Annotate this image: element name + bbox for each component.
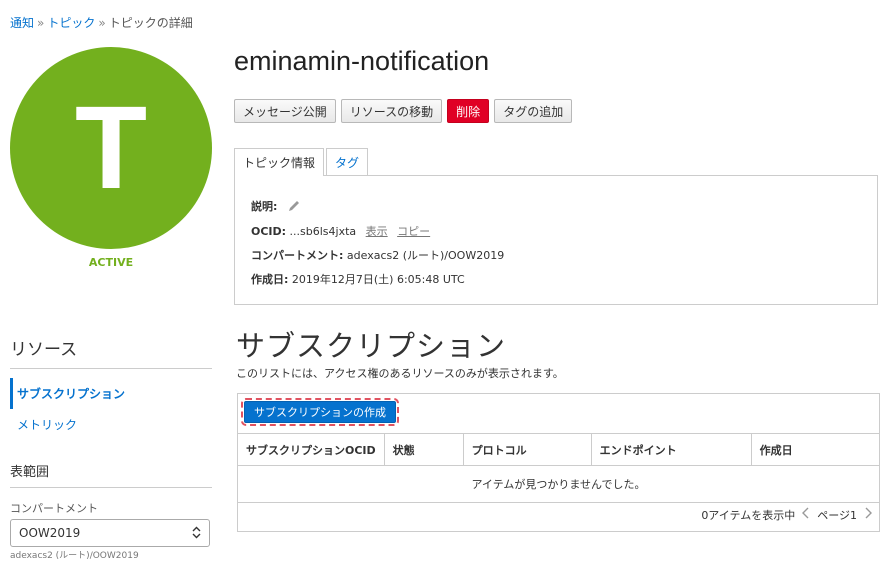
ocid-value: ...sb6ls4jxta (289, 225, 357, 238)
resources-heading: リソース (10, 340, 78, 360)
breadcrumb: 通知» トピック» トピックの詳細 (10, 14, 193, 31)
move-resource-button[interactable]: リソースの移動 (340, 99, 443, 123)
compartment-info-label: コンパートメント: (251, 249, 344, 262)
column-endpoint[interactable]: エンドポイント (591, 433, 752, 466)
column-subscription-ocid[interactable]: サブスクリプションOCID (238, 433, 385, 466)
compartment-info-value: adexacs2 (ルート)/OOW2019 (346, 249, 505, 262)
compartment-select-value: OOW2019 (19, 526, 81, 540)
page-title: eminamin-notification (234, 46, 490, 76)
breadcrumb-separator: » (98, 16, 106, 30)
pencil-icon[interactable] (287, 199, 301, 216)
table-row: アイテムが見つかりませんでした。 (238, 465, 879, 503)
empty-message: アイテムが見つかりませんでした。 (238, 465, 879, 503)
resources-item-subscriptions[interactable]: サブスクリプション (10, 378, 212, 409)
resources-item-metrics[interactable]: メトリック (10, 409, 212, 440)
subscriptions-description: このリストには、アクセス権のあるリソースのみが表示されます。 (236, 367, 564, 380)
tab-tags[interactable]: タグ (326, 148, 369, 175)
pager-page: ページ1 (817, 509, 857, 522)
column-state[interactable]: 状態 (384, 433, 464, 466)
ocid-copy-link[interactable]: コピー (397, 225, 430, 238)
info-compartment: コンパートメント: adexacs2 (ルート)/OOW2019 (251, 247, 504, 263)
created-label: 作成日: (251, 273, 289, 286)
column-protocol[interactable]: プロトコル (463, 433, 592, 466)
chevron-left-icon[interactable] (801, 507, 811, 523)
scope-heading: 表範囲 (10, 465, 50, 480)
ocid-label: OCID: (251, 225, 287, 238)
info-ocid: OCID: ...sb6ls4jxta 表示 コピー (251, 223, 430, 239)
divider (10, 368, 212, 369)
compartment-label: コンパートメント (10, 502, 98, 515)
divider (10, 487, 212, 488)
tab-topic-info[interactable]: トピック情報 (234, 148, 325, 176)
breadcrumb-separator: » (37, 16, 45, 30)
subscriptions-table: サブスクリプションOCID 状態 プロトコル エンドポイント 作成日 アイテムが… (238, 433, 879, 503)
topic-avatar: T (10, 47, 212, 249)
subscriptions-heading: サブスクリプション (236, 329, 507, 363)
created-value: 2019年12月7日(土) 6:05:48 UTC (291, 273, 465, 286)
description-label: 説明: (251, 200, 278, 213)
detail-tabs: トピック情報 タグ (234, 148, 369, 176)
compartment-select[interactable]: OOW2019 (10, 519, 210, 547)
pager: 0アイテムを表示中 ページ1 (701, 507, 873, 523)
resources-nav: サブスクリプション メトリック (10, 378, 212, 440)
ocid-show-link[interactable]: 表示 (366, 225, 388, 238)
create-subscription-button[interactable]: サブスクリプションの作成 (241, 398, 399, 426)
breadcrumb-current: トピックの詳細 (108, 16, 193, 30)
info-created: 作成日: 2019年12月7日(土) 6:05:48 UTC (251, 271, 465, 287)
chevron-right-icon[interactable] (863, 507, 873, 523)
info-description: 説明: (251, 198, 301, 216)
add-tags-button[interactable]: タグの追加 (494, 99, 573, 123)
pager-count: 0アイテムを表示中 (701, 509, 796, 522)
breadcrumb-topics-link[interactable]: トピック (47, 16, 95, 30)
table-header-row: サブスクリプションOCID 状態 プロトコル エンドポイント 作成日 (238, 433, 879, 466)
publish-message-button[interactable]: メッセージ公開 (234, 99, 336, 123)
topic-info-panel: 説明: OCID: ...sb6ls4jxta 表示 コピー コンパートメント:… (234, 175, 878, 305)
column-created[interactable]: 作成日 (751, 433, 879, 466)
breadcrumb-notifications-link[interactable]: 通知 (10, 16, 34, 30)
compartment-help-text: adexacs2 (ルート)/OOW2019 (10, 551, 139, 561)
subscriptions-panel: サブスクリプションの作成 サブスクリプションOCID 状態 プロトコル エンドポ… (237, 393, 880, 532)
updown-chevron-icon (192, 526, 201, 541)
action-bar: メッセージ公開 リソースの移動 削除 タグの追加 (234, 99, 573, 123)
status-badge: ACTIVE (88, 256, 134, 269)
delete-button[interactable]: 削除 (447, 99, 490, 123)
